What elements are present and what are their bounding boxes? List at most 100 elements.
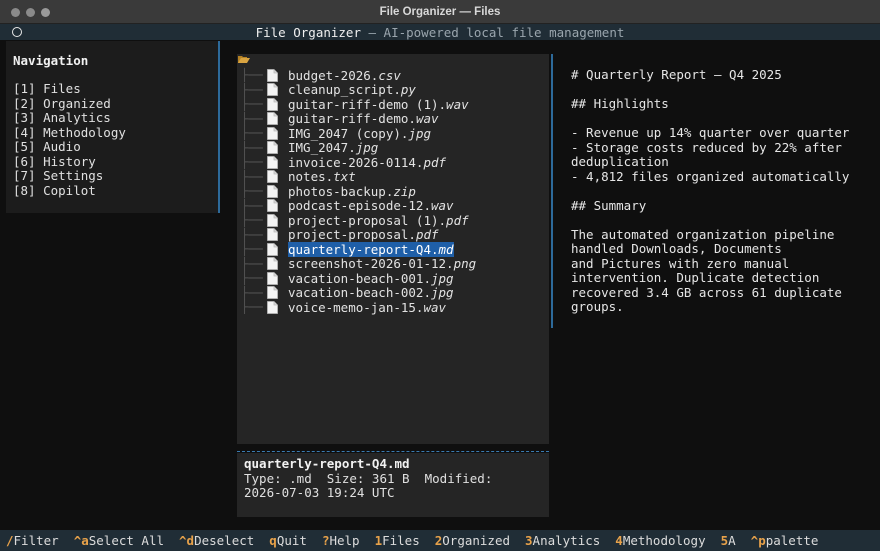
- file-extension: wav: [446, 96, 469, 112]
- file-tree-row[interactable]: ├── podcast-episode-12.wav: [241, 198, 476, 213]
- sidebar-item-organized[interactable]: [2] Organized: [13, 96, 218, 112]
- file-name[interactable]: notes.txt: [288, 169, 356, 184]
- file-icon: [267, 170, 278, 184]
- file-tree-row[interactable]: ├── vacation-beach-002.jpg: [241, 285, 476, 300]
- footer-key-label[interactable]: Deselect: [194, 533, 254, 548]
- preview-line: [571, 112, 871, 127]
- file-name[interactable]: guitar-riff-demo (1).wav: [288, 97, 469, 112]
- window-titlebar: File Organizer — Files: [0, 0, 880, 24]
- file-tree-row[interactable]: ├── guitar-riff-demo (1).wav: [241, 97, 476, 112]
- file-icon: [267, 213, 278, 227]
- footer-key-label[interactable]: Select All: [89, 533, 164, 548]
- footer-key[interactable]: q: [269, 533, 277, 548]
- preview-line: intervention. Duplicate detection: [571, 270, 820, 285]
- file-icon: [267, 228, 278, 242]
- file-name[interactable]: quarterly-report-Q4.md: [288, 241, 454, 257]
- footer-key[interactable]: ^p: [751, 533, 766, 548]
- footer-key[interactable]: ^d: [179, 533, 194, 548]
- sidebar-item-settings[interactable]: [7] Settings: [13, 168, 218, 184]
- file-name[interactable]: podcast-episode-12.wav: [288, 198, 454, 213]
- file-tree-row[interactable]: ├── project-proposal.pdf: [241, 227, 476, 242]
- app-title: File Organizer: [255, 24, 361, 40]
- file-tree-row[interactable]: ├── IMG_2047 (copy).jpg: [241, 126, 476, 141]
- detail-file-name: quarterly-report-Q4.md: [244, 456, 410, 471]
- file-icon: [267, 155, 278, 169]
- tree-branch-line: ├──: [241, 198, 263, 213]
- file-name-stem: project-proposal.: [288, 227, 416, 243]
- tree-branch-line: ├──: [241, 256, 263, 271]
- file-name[interactable]: voice-memo-jan-15.wav: [288, 300, 446, 315]
- main-area: Navigation [1] Files [2] Organized [3] Ana…: [0, 40, 880, 530]
- minimize-window-button[interactable]: [26, 8, 35, 17]
- tree-branch-line: ├──: [241, 285, 263, 300]
- file-icon: [267, 68, 278, 82]
- file-name[interactable]: IMG_2047.jpg: [288, 140, 378, 155]
- file-name-stem: cleanup_script.: [288, 82, 401, 98]
- file-tree-row[interactable]: ├── quarterly-report-Q4.md: [241, 241, 476, 257]
- file-name[interactable]: budget-2026.csv: [288, 68, 401, 83]
- footer-key-label[interactable]: Files: [382, 533, 420, 548]
- tree-branch-line: ├──: [241, 227, 263, 242]
- sidebar-item-audio[interactable]: [5] Audio: [13, 139, 218, 155]
- file-name[interactable]: vacation-beach-002.jpg: [288, 285, 454, 300]
- file-extension: jpg: [431, 270, 454, 286]
- footer-key-label[interactable]: Help: [329, 533, 359, 548]
- file-name[interactable]: project-proposal (1).pdf: [288, 213, 469, 228]
- file-name[interactable]: screenshot-2026-01-12.png: [288, 256, 476, 271]
- app-title-separator: —: [360, 24, 384, 40]
- file-tree-row[interactable]: ├── invoice-2026-0114.pdf: [241, 155, 476, 170]
- window-title: File Organizer — Files: [379, 5, 501, 18]
- footer-key[interactable]: /: [6, 533, 14, 548]
- footer-key-label[interactable]: Methodology: [623, 533, 706, 548]
- file-tree: ├── budget-2026.csv ├── cleanup_script.py ├─…: [241, 68, 476, 315]
- file-tree-row[interactable]: ├── guitar-riff-demo.wav: [241, 111, 476, 126]
- footer-key-label[interactable]: Quit: [277, 533, 307, 548]
- file-extension: jpg: [355, 140, 379, 156]
- footer-key-label[interactable]: palette: [766, 533, 819, 548]
- file-tree-row[interactable]: ├── screenshot-2026-01-12.png: [241, 256, 476, 271]
- file-tree-row[interactable]: ├── budget-2026.csv: [241, 68, 476, 83]
- footer-key[interactable]: ^a: [74, 533, 89, 548]
- sidebar-item-files[interactable]: [1] Files: [13, 81, 218, 97]
- file-tree-row[interactable]: ├── vacation-beach-001.jpg: [241, 271, 476, 286]
- file-name[interactable]: guitar-riff-demo.wav: [288, 111, 439, 126]
- file-name-stem: IMG_2047.: [288, 140, 356, 156]
- file-name[interactable]: project-proposal.pdf: [288, 227, 439, 242]
- status-circle-icon: [12, 27, 22, 37]
- file-tree-row[interactable]: ├── voice-memo-jan-15.wav: [241, 300, 476, 315]
- sidebar: Navigation [1] Files [2] Organized [3] Ana…: [6, 41, 220, 213]
- tree-branch-line: ├──: [241, 213, 263, 228]
- file-name[interactable]: IMG_2047 (copy).jpg: [288, 126, 431, 141]
- footer-key-label[interactable]: Organized: [442, 533, 510, 548]
- file-tree-row[interactable]: ├── project-proposal (1).pdf: [241, 213, 476, 228]
- file-tree-row[interactable]: ├── cleanup_script.py: [241, 82, 476, 97]
- footer-key-label[interactable]: A: [728, 533, 736, 548]
- file-name[interactable]: invoice-2026-0114.pdf: [288, 155, 446, 170]
- sidebar-item-methodology[interactable]: [4] Methodology: [13, 125, 218, 141]
- file-tree-row[interactable]: ├── notes.txt: [241, 169, 476, 184]
- file-tree-row[interactable]: ├── IMG_2047.jpg: [241, 140, 476, 155]
- file-icon: [267, 286, 278, 300]
- file-preview: # Quarterly Report — Q4 2025 ## Highlight…: [571, 67, 871, 315]
- footer-key-label[interactable]: Analytics: [533, 533, 601, 548]
- file-name[interactable]: photos-backup.zip: [288, 184, 416, 199]
- footer-key-label[interactable]: Filter: [14, 533, 59, 548]
- footer-key[interactable]: 5: [721, 533, 729, 548]
- zoom-window-button[interactable]: [41, 8, 50, 17]
- sidebar-item-history[interactable]: [6] History: [13, 154, 218, 170]
- tree-branch-line: ├──: [241, 126, 263, 141]
- footer-key[interactable]: 4: [615, 533, 623, 548]
- file-name[interactable]: cleanup_script.py: [288, 82, 416, 97]
- file-tree-row[interactable]: ├── photos-backup.zip: [241, 184, 476, 199]
- file-name[interactable]: vacation-beach-001.jpg: [288, 271, 454, 286]
- footer-key[interactable]: 2: [435, 533, 443, 548]
- file-icon: [267, 126, 278, 140]
- close-window-button[interactable]: [11, 8, 20, 17]
- footer-key[interactable]: 1: [375, 533, 383, 548]
- tree-branch-line: ├──: [241, 300, 263, 315]
- sidebar-item-analytics[interactable]: [3] Analytics: [13, 110, 218, 126]
- footer-key[interactable]: ?: [322, 533, 330, 548]
- footer-key[interactable]: 3: [525, 533, 533, 548]
- sidebar-item-copilot[interactable]: [8] Copilot: [13, 183, 218, 199]
- open-folder-icon: [238, 56, 250, 63]
